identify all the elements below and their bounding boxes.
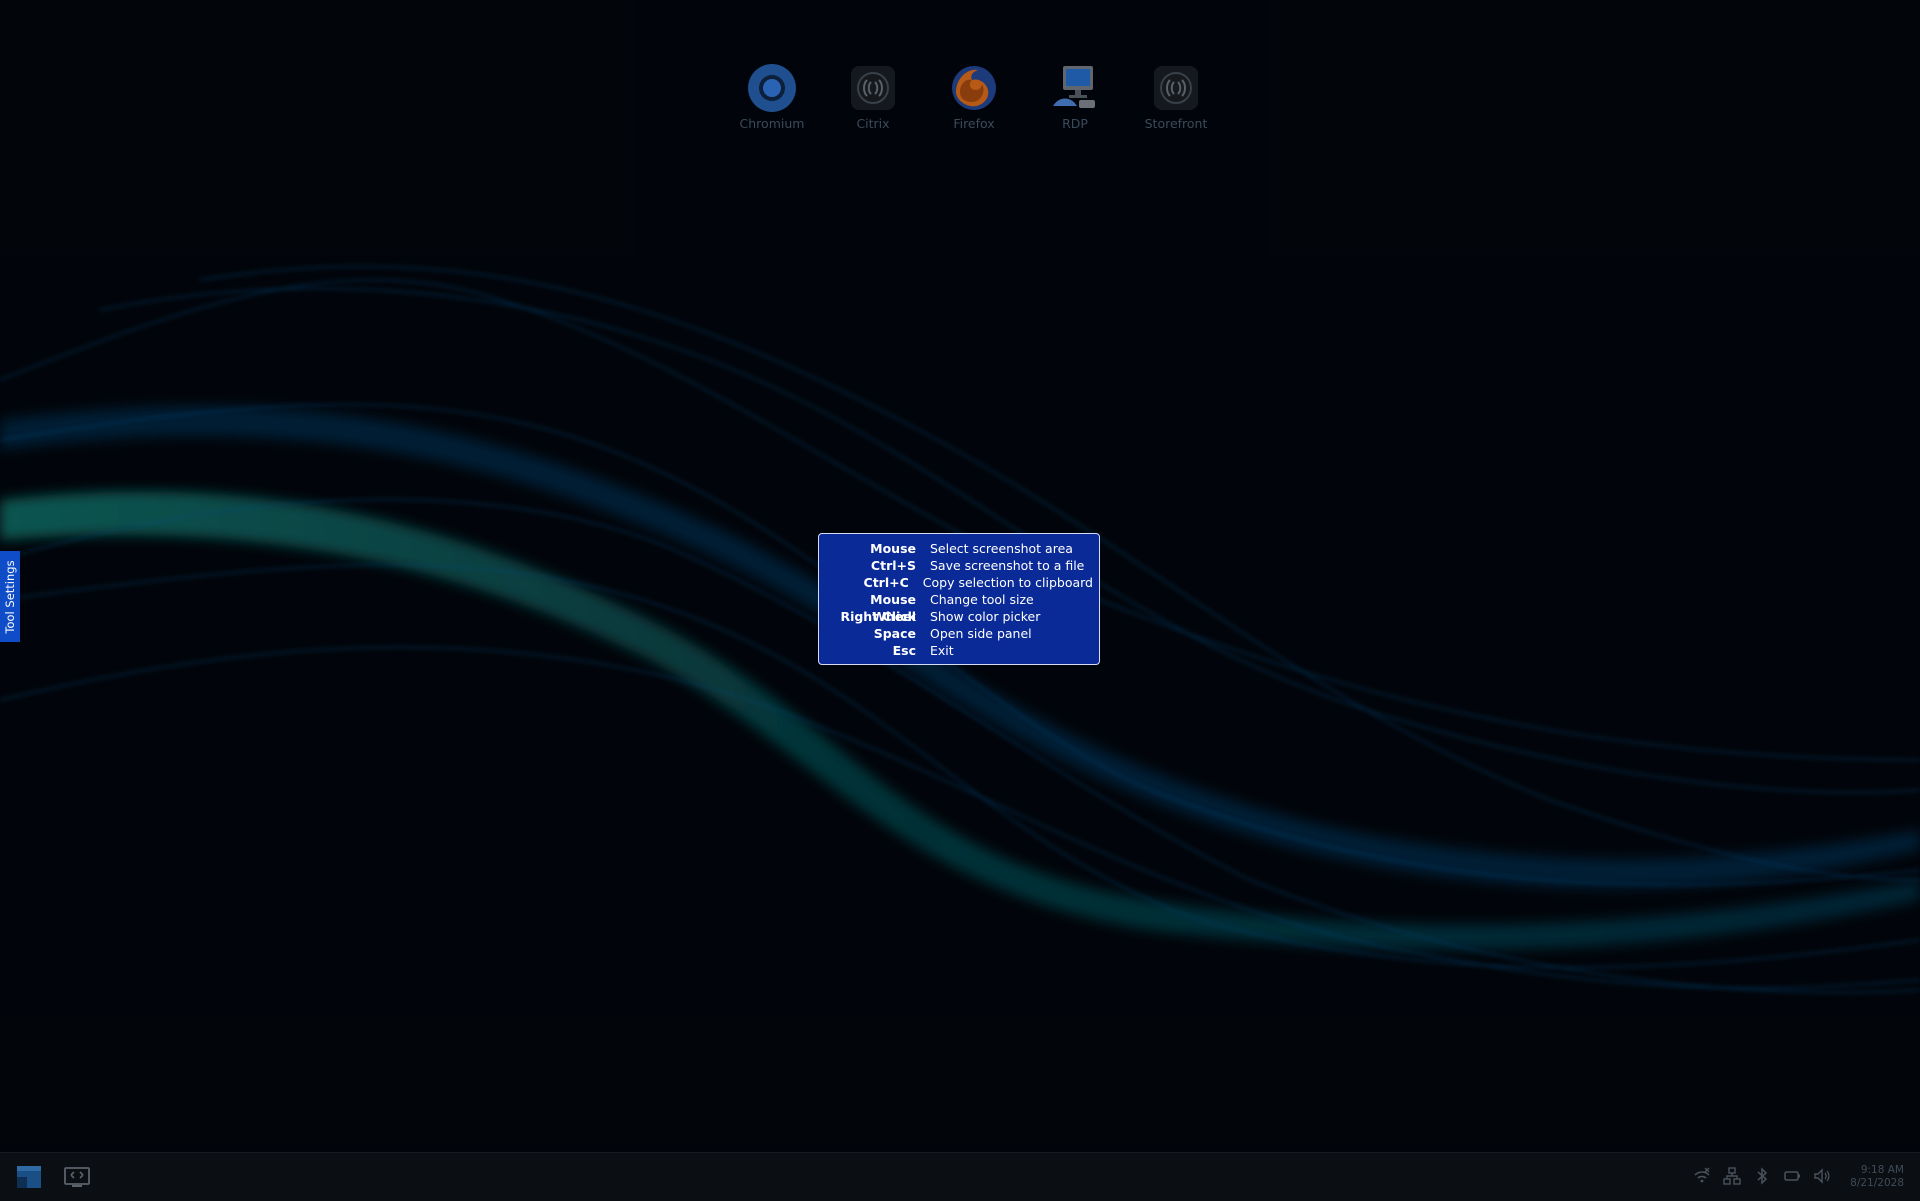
- help-row: Mouse Wheel Change tool size: [825, 591, 1093, 624]
- help-description: Change tool size: [930, 592, 1034, 607]
- bluetooth-icon[interactable]: [1753, 1167, 1771, 1185]
- help-row: Space Open side panel: [825, 625, 1093, 642]
- desktop-icon-label: Storefront: [1144, 116, 1208, 131]
- help-description: Open side panel: [930, 626, 1032, 641]
- help-key: Ctrl+C: [863, 575, 909, 590]
- help-key: Mouse Wheel: [870, 592, 916, 624]
- tool-settings-label: Tool Settings: [3, 559, 17, 634]
- clock-time: 9:18 AM: [1860, 1164, 1904, 1176]
- help-description: Exit: [930, 643, 954, 658]
- help-key: Space: [873, 626, 916, 641]
- help-row: Ctrl+C Copy selection to clipboard: [825, 574, 1093, 591]
- desktop-icon-label: Chromium: [739, 116, 805, 131]
- desktop-icon-citrix[interactable]: Citrix: [823, 62, 923, 131]
- desktop-icon-label: Citrix: [856, 116, 890, 131]
- help-key: Mouse: [870, 541, 916, 556]
- help-description: Show color picker: [930, 609, 1041, 624]
- help-row: Mouse Select screenshot area: [825, 540, 1093, 557]
- taskbar: 9:18 AM 8/21/2028: [0, 1152, 1920, 1201]
- help-key: Ctrl+S: [870, 558, 916, 573]
- help-description: Save screenshot to a file: [930, 558, 1085, 573]
- help-row: Right Click Show color picker: [825, 608, 1093, 625]
- volume-icon[interactable]: [1813, 1167, 1831, 1185]
- keyboard-help-panel: Mouse Select screenshot area Ctrl+S Save…: [818, 533, 1100, 665]
- chromium-icon: [746, 62, 798, 114]
- screenshot-icon[interactable]: [62, 1163, 92, 1191]
- storefront-icon: [1150, 62, 1202, 114]
- battery-icon[interactable]: [1783, 1167, 1801, 1185]
- desktop-icon-rdp[interactable]: RDP: [1025, 62, 1125, 131]
- desktop-icon-label: Firefox: [953, 116, 995, 131]
- desktop-icon-storefront[interactable]: Storefront: [1126, 62, 1226, 131]
- desktop-icon-firefox[interactable]: Firefox: [924, 62, 1024, 131]
- system-clock[interactable]: 9:18 AM 8/21/2028: [1850, 1164, 1904, 1190]
- firefox-icon: [948, 62, 1000, 114]
- rdp-icon: [1049, 62, 1101, 114]
- desktop-icon-chromium[interactable]: Chromium: [722, 62, 822, 131]
- help-description: Copy selection to clipboard: [922, 575, 1093, 590]
- desktop-icon-label: RDP: [1062, 116, 1088, 131]
- help-key: Esc: [892, 643, 916, 658]
- app-menu-icon[interactable]: [14, 1163, 44, 1191]
- help-row: Ctrl+S Save screenshot to a file: [825, 557, 1093, 574]
- clock-date: 8/21/2028: [1850, 1177, 1904, 1189]
- help-description: Select screenshot area: [930, 541, 1073, 556]
- help-row: Esc Exit: [825, 642, 1093, 659]
- help-key: Right Click: [840, 609, 916, 624]
- citrix-icon: [847, 62, 899, 114]
- tool-settings-tab[interactable]: Tool Settings: [0, 551, 20, 642]
- network-icon[interactable]: [1723, 1167, 1741, 1185]
- network-disconnected-icon[interactable]: [1693, 1167, 1711, 1185]
